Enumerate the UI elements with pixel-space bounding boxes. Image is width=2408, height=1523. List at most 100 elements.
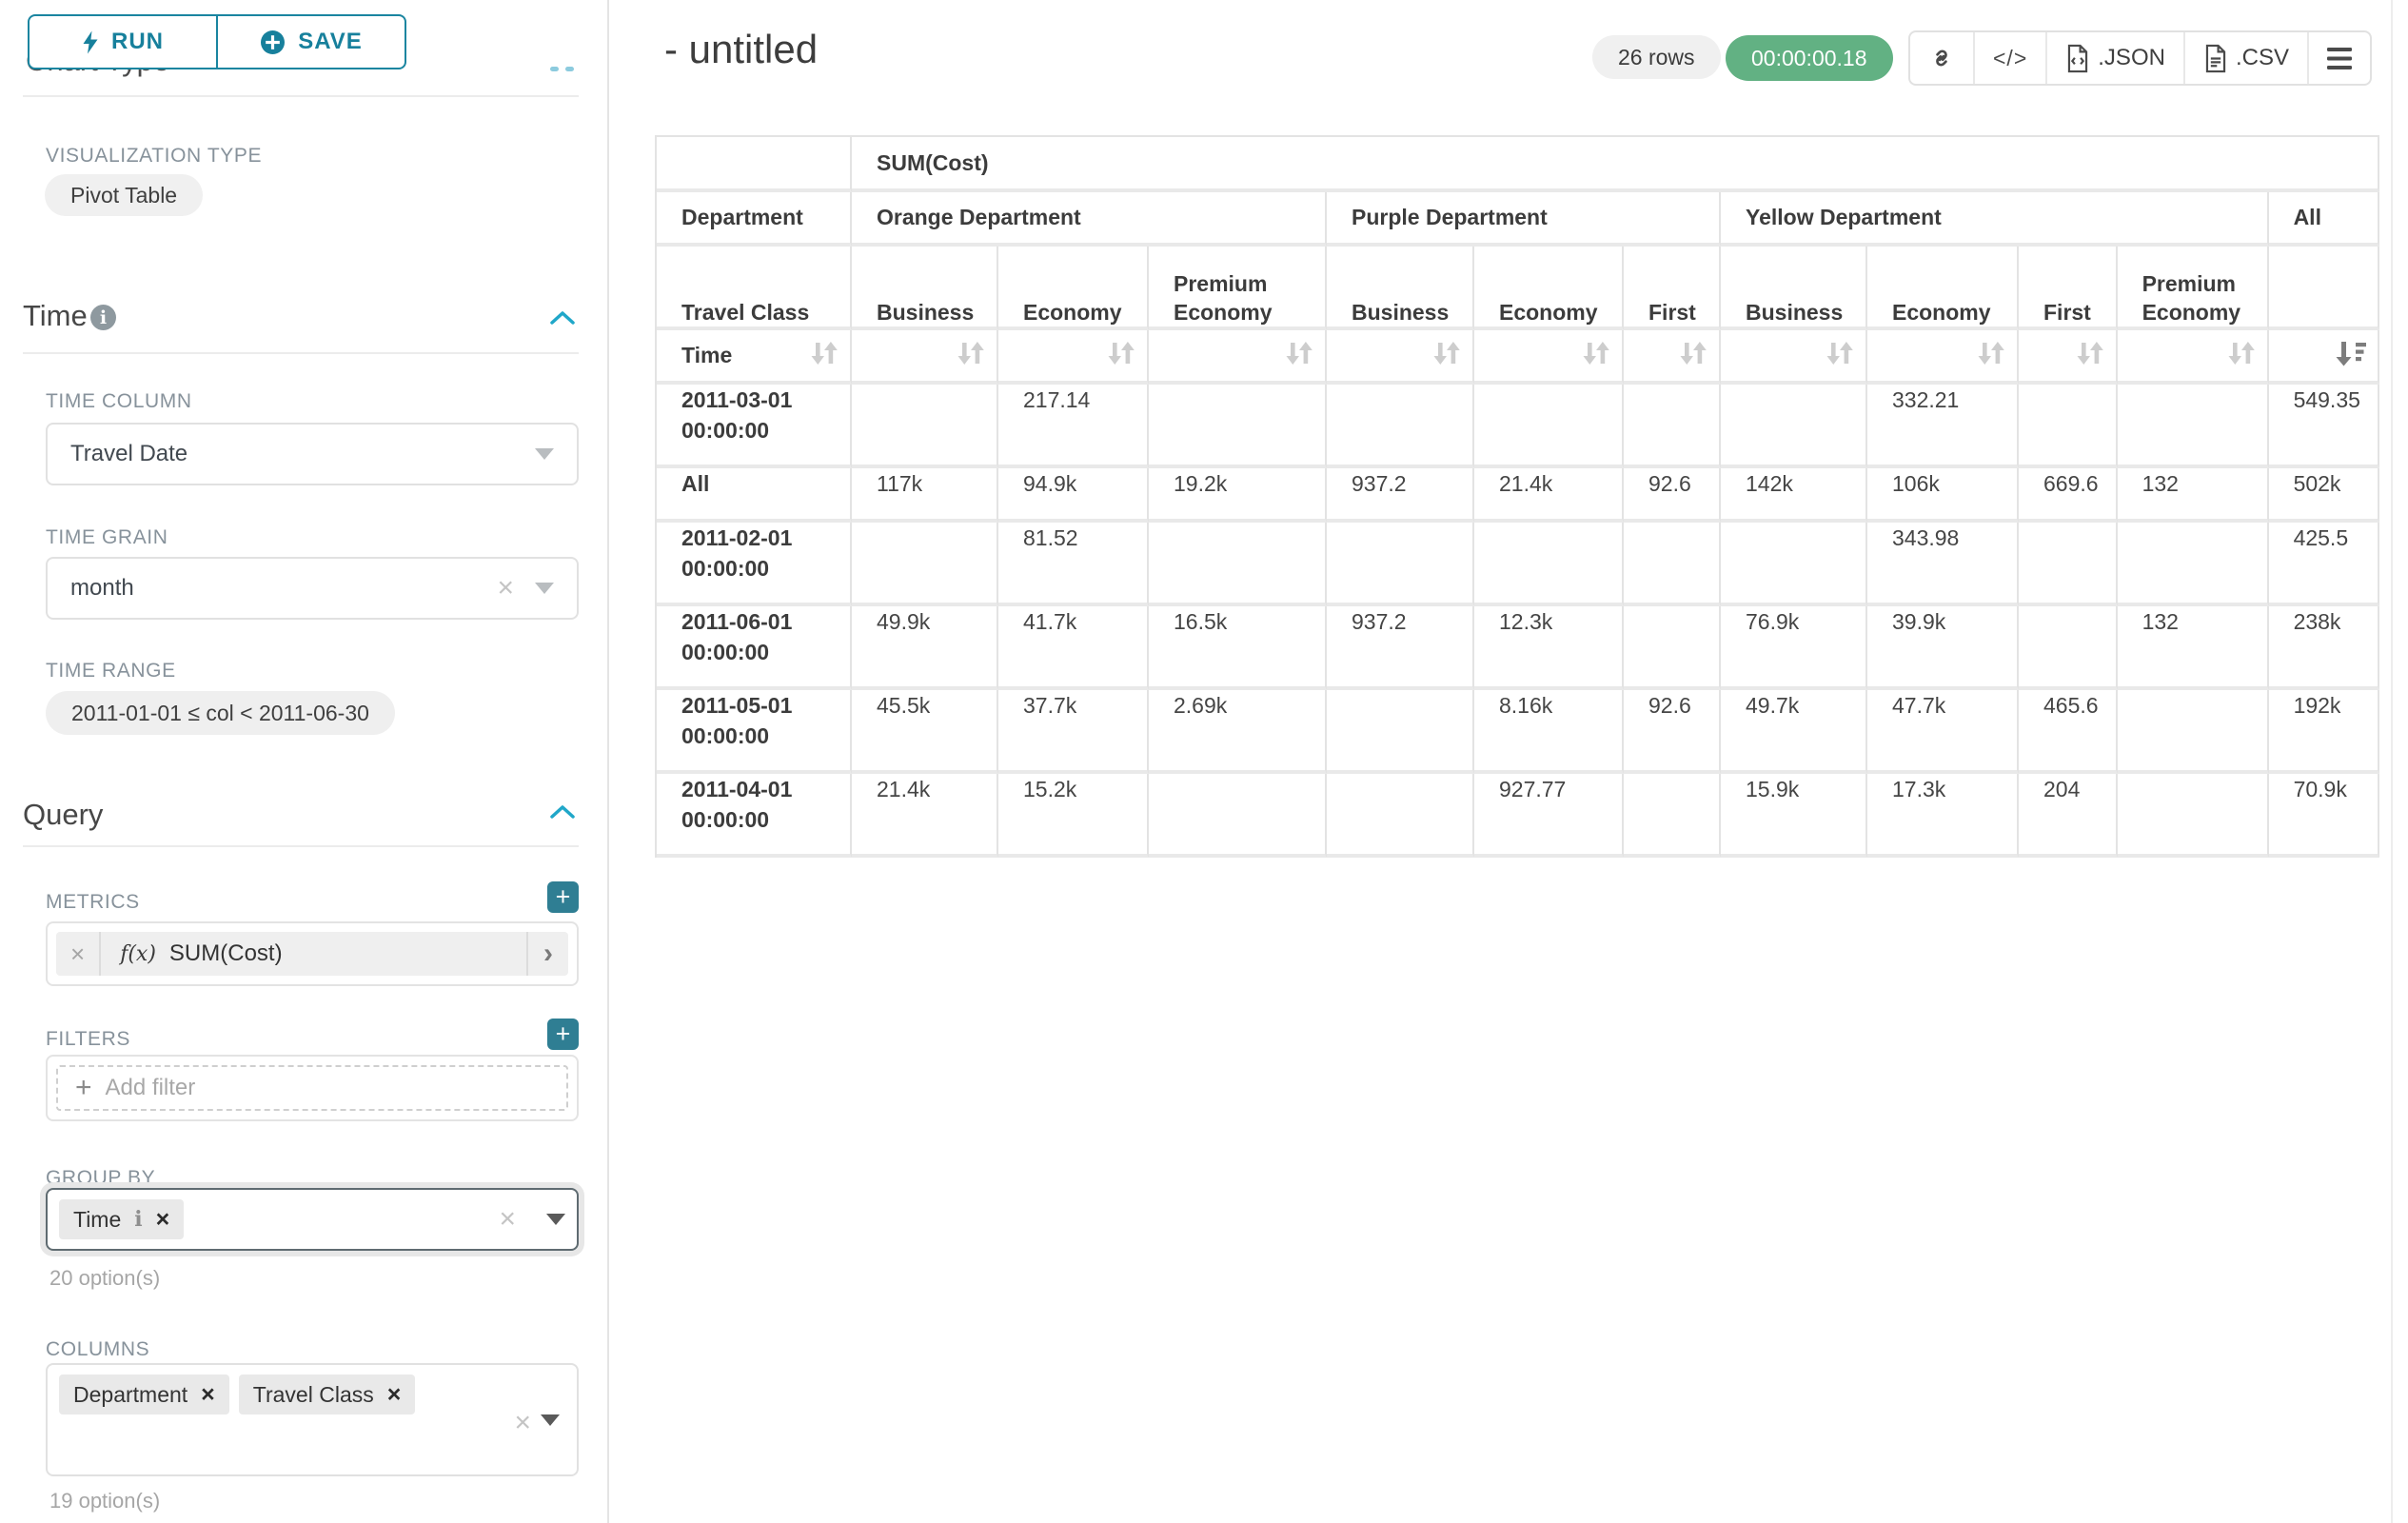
time-section-label: Time xyxy=(23,299,88,332)
section-divider xyxy=(23,95,579,97)
view-query-button[interactable]: </> xyxy=(1973,32,2045,84)
columns-select[interactable]: Department× Travel Class × × xyxy=(46,1363,579,1476)
sort-header[interactable] xyxy=(998,330,1149,385)
dimension-tag[interactable]: Department× xyxy=(59,1375,229,1414)
pivot-table: SUM(Cost)DepartmentOrange DepartmentPurp… xyxy=(655,135,2379,858)
value-cell: 45.5k xyxy=(852,690,998,774)
sort-icon[interactable] xyxy=(2227,340,2256,372)
sort-icon[interactable] xyxy=(957,340,985,372)
total-value-cell: 502k xyxy=(2269,468,2379,523)
info-icon[interactable]: i xyxy=(134,1207,142,1232)
info-icon[interactable]: i xyxy=(90,305,116,330)
group-by-select[interactable]: Timei× × xyxy=(46,1188,579,1251)
remove-tag-icon[interactable]: × xyxy=(387,1383,402,1407)
dimension-tag[interactable]: Timei× xyxy=(59,1199,184,1239)
run-button[interactable]: RUN xyxy=(30,16,216,68)
sort-icon[interactable] xyxy=(1107,340,1135,372)
chevron-down-icon[interactable] xyxy=(535,448,554,460)
clear-icon[interactable]: × xyxy=(497,574,514,603)
time-column-select[interactable]: Travel Date xyxy=(46,423,579,485)
clear-icon[interactable]: × xyxy=(514,1409,531,1437)
add-filter-button[interactable]: + xyxy=(547,1019,579,1050)
value-cell: 21.4k xyxy=(1474,468,1624,523)
travel-class-header: Premium Economy xyxy=(2118,247,2269,330)
value-cell xyxy=(1327,774,1474,858)
value-cell: 19.2k xyxy=(1149,468,1327,523)
sort-icon[interactable] xyxy=(1977,340,2005,372)
tag-label: Travel Class xyxy=(253,1382,374,1408)
collapse-query-icon[interactable] xyxy=(550,804,575,820)
sort-header[interactable] xyxy=(2019,330,2118,385)
add-filter-dropzone[interactable]: + Add filter xyxy=(56,1065,568,1111)
sort-icon[interactable] xyxy=(1679,340,1707,372)
group-by-label: GROUP BY xyxy=(46,1167,155,1190)
sort-header[interactable] xyxy=(1327,330,1474,385)
travel-class-header: Economy xyxy=(1474,247,1624,330)
export-csv-button[interactable]: .CSV xyxy=(2183,32,2307,84)
sort-icon[interactable] xyxy=(1582,340,1610,372)
value-cell: 47.7k xyxy=(1867,690,2019,774)
value-cell xyxy=(1624,606,1721,690)
metric-chip[interactable]: × f(x) SUM(Cost) › xyxy=(56,932,568,976)
save-button[interactable]: SAVE xyxy=(216,16,405,68)
panel-resize-handle[interactable] xyxy=(565,67,574,71)
sort-icon[interactable] xyxy=(1826,340,1854,372)
more-options-button[interactable] xyxy=(2307,32,2370,84)
total-column-subheader xyxy=(2269,247,2379,330)
row-header-cell: 2011-03-01 00:00:00 xyxy=(657,385,852,468)
pivot-corner-cell xyxy=(657,137,852,192)
query-duration-badge: 00:00:00.18 xyxy=(1726,35,1893,81)
value-cell: 132 xyxy=(2118,606,2269,690)
value-cell: 15.2k xyxy=(998,774,1149,858)
time-range-chip[interactable]: 2011-01-01 ≤ col < 2011-06-30 xyxy=(46,691,395,735)
sort-header[interactable] xyxy=(1867,330,2019,385)
chevron-down-icon[interactable] xyxy=(535,583,554,594)
remove-metric-icon[interactable]: × xyxy=(56,940,99,969)
metric-header-cell: SUM(Cost) xyxy=(852,137,2379,192)
total-value-cell: 425.5 xyxy=(2269,523,2379,606)
main-scrollbar[interactable] xyxy=(2391,0,2393,1523)
sort-header-total[interactable] xyxy=(2269,330,2379,385)
share-link-button[interactable] xyxy=(1910,32,1973,84)
sort-header-time[interactable]: Time xyxy=(657,330,852,385)
visualization-type-chip[interactable]: Pivot Table xyxy=(45,174,203,216)
value-cell: 49.7k xyxy=(1721,690,1867,774)
chevron-right-icon[interactable]: › xyxy=(528,938,568,970)
sort-header[interactable] xyxy=(852,330,998,385)
value-cell xyxy=(1624,523,1721,606)
sort-icon[interactable] xyxy=(1285,340,1313,372)
add-metric-button[interactable]: + xyxy=(547,881,579,913)
link-icon xyxy=(1928,45,1955,71)
sort-header[interactable] xyxy=(1149,330,1327,385)
panel-resize-handle[interactable] xyxy=(550,67,559,71)
dimension-tag[interactable]: Travel Class × xyxy=(239,1375,416,1414)
chevron-down-icon[interactable] xyxy=(546,1214,565,1225)
remove-tag-icon[interactable]: × xyxy=(201,1383,215,1407)
export-json-button[interactable]: .JSON xyxy=(2045,32,2183,84)
clear-icon[interactable]: × xyxy=(499,1205,516,1234)
sort-icon[interactable] xyxy=(1432,340,1461,372)
collapse-time-icon[interactable] xyxy=(550,310,575,326)
sort-header[interactable] xyxy=(1474,330,1624,385)
value-cell xyxy=(1474,523,1624,606)
sort-header[interactable] xyxy=(1721,330,1867,385)
sort-desc-icon[interactable] xyxy=(2336,340,2366,372)
metrics-label: METRICS xyxy=(46,891,140,914)
chevron-down-icon[interactable] xyxy=(541,1414,560,1426)
value-cell: 669.6 xyxy=(2019,468,2118,523)
export-csv-label: .CSV xyxy=(2236,45,2289,71)
sort-icon[interactable] xyxy=(2076,340,2104,372)
chart-title[interactable]: - untitled xyxy=(664,27,818,72)
sort-header[interactable] xyxy=(1624,330,1721,385)
value-cell: 217.14 xyxy=(998,385,1149,468)
columns-options-hint: 19 option(s) xyxy=(49,1489,160,1513)
time-column-label: TIME COLUMN xyxy=(46,390,192,413)
sort-header[interactable] xyxy=(2118,330,2269,385)
remove-tag-icon[interactable]: × xyxy=(156,1208,170,1232)
export-json-label: .JSON xyxy=(2098,45,2165,71)
filters-box: + Add filter xyxy=(46,1055,579,1121)
query-section-title: Query xyxy=(23,798,103,832)
value-cell: 37.7k xyxy=(998,690,1149,774)
sort-icon[interactable] xyxy=(810,340,839,372)
time-grain-select[interactable]: month × xyxy=(46,557,579,620)
